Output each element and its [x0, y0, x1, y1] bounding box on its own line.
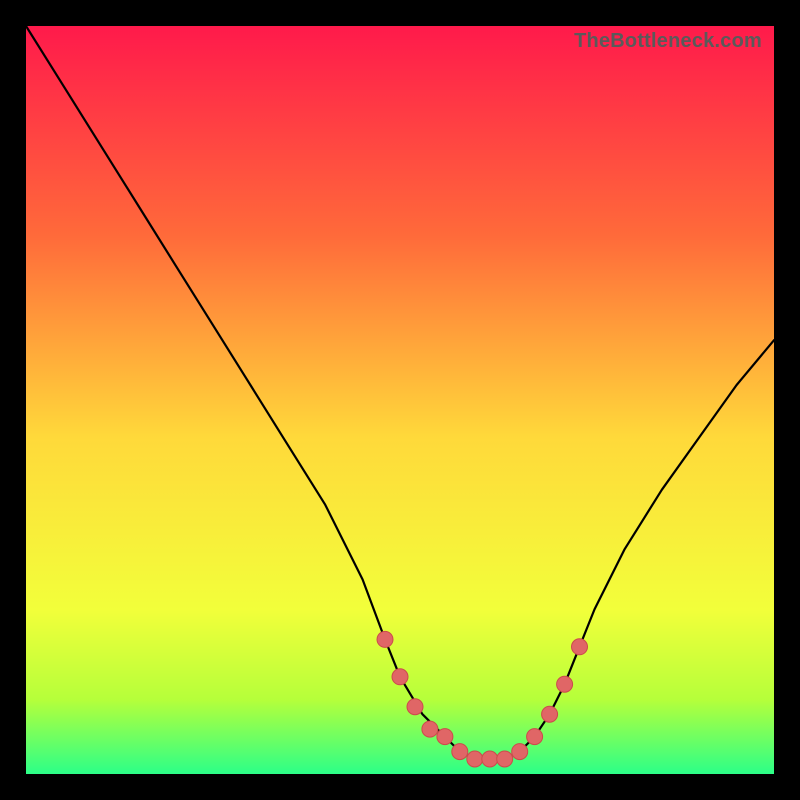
curve-marker [512, 744, 528, 760]
curve-marker [467, 751, 483, 767]
curve-marker [527, 729, 543, 745]
curve-marker [377, 631, 393, 647]
curve-marker [407, 699, 423, 715]
watermark-text: TheBottleneck.com [574, 30, 762, 53]
chart-svg [26, 26, 774, 774]
curve-marker [557, 676, 573, 692]
curve-marker [452, 744, 468, 760]
curve-marker [497, 751, 513, 767]
plot-area: TheBottleneck.com [26, 26, 774, 774]
curve-marker [542, 706, 558, 722]
curve-marker [392, 669, 408, 685]
outer-black-frame: TheBottleneck.com [0, 0, 800, 800]
gradient-background [26, 26, 774, 774]
curve-marker [437, 729, 453, 745]
curve-marker [482, 751, 498, 767]
curve-marker [422, 721, 438, 737]
curve-marker [572, 639, 588, 655]
